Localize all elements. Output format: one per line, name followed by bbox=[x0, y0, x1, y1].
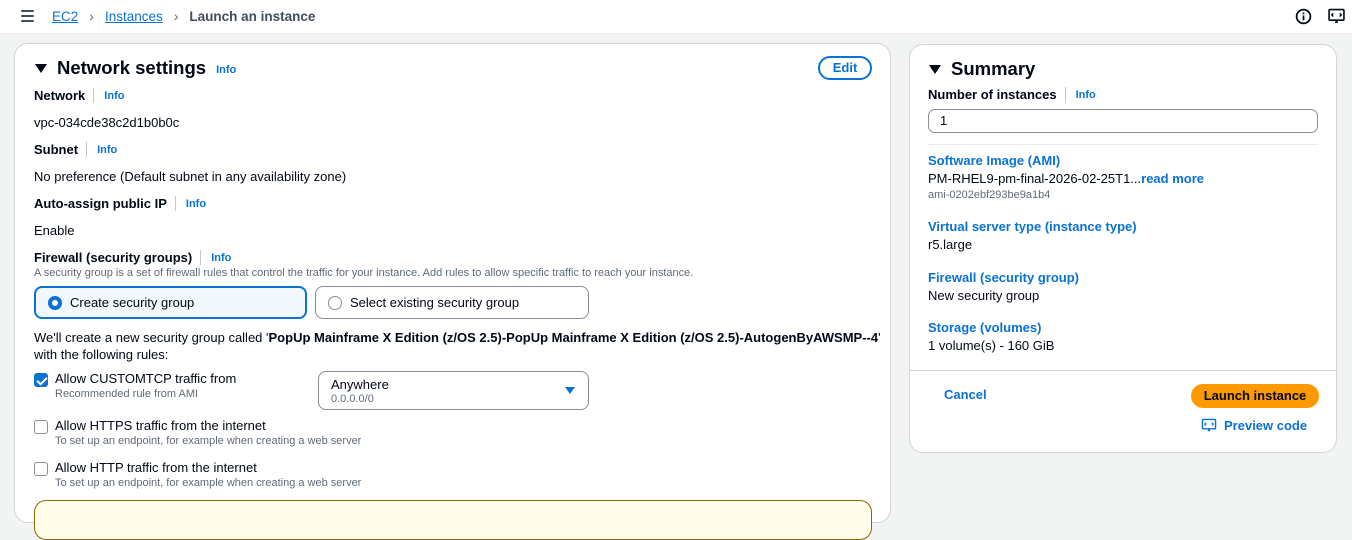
allow-customtcp-desc: Recommended rule from AMI bbox=[55, 388, 199, 400]
security-group-name: PopUp Mainframe X Edition (z/OS 2.5)-Pop… bbox=[268, 330, 879, 345]
software-image-value: PM-RHEL9-pm-final-2026-02-25T1...read mo… bbox=[928, 171, 1204, 186]
radio-selected-icon bbox=[48, 295, 62, 310]
preview-code-label: Preview code bbox=[1224, 418, 1308, 433]
caret-down-icon bbox=[35, 63, 47, 73]
edit-button[interactable]: Edit bbox=[818, 56, 872, 80]
allow-http-desc: To set up an endpoint, for example when … bbox=[55, 477, 362, 489]
storage-link[interactable]: Storage (volumes) bbox=[928, 320, 1041, 335]
caret-down-icon bbox=[565, 387, 575, 394]
instance-type-link[interactable]: Virtual server type (instance type) bbox=[928, 219, 1137, 234]
warning-alert bbox=[34, 500, 872, 540]
footer-divider bbox=[910, 370, 1336, 371]
preview-code-button[interactable]: Preview code bbox=[1201, 418, 1307, 433]
allow-http-label: Allow HTTP traffic from the internet bbox=[55, 460, 257, 475]
divider bbox=[928, 144, 1318, 145]
num-instances-input[interactable]: 1 bbox=[928, 109, 1318, 133]
source-select-value: Anywhere bbox=[331, 377, 389, 392]
storage-value: 1 volume(s) - 160 GiB bbox=[928, 338, 1055, 353]
create-security-group-option[interactable]: Create security group bbox=[34, 286, 307, 319]
network-label-row: Network Info bbox=[34, 88, 124, 103]
subnet-info-link[interactable]: Info bbox=[97, 144, 117, 156]
launch-instance-button[interactable]: Launch instance bbox=[1191, 384, 1319, 408]
caret-down-icon bbox=[929, 64, 941, 74]
network-info-link[interactable]: Info bbox=[104, 90, 124, 102]
read-more-link[interactable]: read more bbox=[1141, 171, 1204, 186]
firewall-label: Firewall (security groups) bbox=[34, 250, 193, 265]
instance-type-value: r5.large bbox=[928, 237, 973, 252]
network-settings-title: Network settings bbox=[57, 57, 207, 78]
software-image-link[interactable]: Software Image (AMI) bbox=[928, 153, 1060, 168]
num-instances-label: Number of instances bbox=[928, 87, 1057, 102]
security-group-notice-line2: with the following rules: bbox=[34, 347, 169, 362]
summary-panel: Summary Number of instances Info 1 Softw… bbox=[909, 44, 1337, 453]
preview-code-icon bbox=[1201, 418, 1217, 432]
info-link[interactable]: Info bbox=[216, 64, 236, 76]
source-select[interactable]: Anywhere 0.0.0.0/0 bbox=[318, 371, 589, 410]
breadcrumb-current: Launch an instance bbox=[189, 8, 316, 24]
public-ip-value: Enable bbox=[34, 223, 75, 238]
allow-customtcp-label: Allow CUSTOMTCP traffic from bbox=[55, 371, 237, 386]
allow-https-label: Allow HTTPS traffic from the internet bbox=[55, 418, 266, 433]
subnet-label: Subnet bbox=[34, 142, 79, 157]
top-navigation-bar: EC2 › Instances › Launch an instance bbox=[0, 0, 1352, 34]
ami-id: ami-0202ebf293be9a1b4 bbox=[928, 189, 1051, 201]
num-instances-info-link[interactable]: Info bbox=[1076, 89, 1096, 101]
create-security-group-label: Create security group bbox=[70, 295, 195, 310]
select-existing-security-group-label: Select existing security group bbox=[350, 295, 520, 310]
network-settings-panel: Network settings Info Edit Network Info … bbox=[14, 43, 891, 540]
summary-header[interactable]: Summary bbox=[929, 58, 1035, 80]
network-value: vpc-034cde38c2d1b0b0c bbox=[34, 115, 180, 130]
public-ip-label-row: Auto-assign public IP Info bbox=[34, 196, 206, 211]
chevron-right-icon: › bbox=[89, 8, 94, 24]
subnet-value: No preference (Default subnet in any ava… bbox=[34, 169, 347, 184]
security-group-notice-suffix: ' bbox=[878, 330, 881, 345]
chevron-right-icon: › bbox=[173, 8, 179, 24]
firewall-label-row: Firewall (security groups) Info bbox=[34, 250, 231, 265]
num-instances-label-row: Number of instances Info bbox=[928, 87, 1096, 102]
public-ip-info-link[interactable]: Info bbox=[186, 198, 206, 210]
preview-code-icon[interactable] bbox=[1328, 8, 1345, 25]
firewall-description: A security group is a set of firewall ru… bbox=[34, 267, 694, 279]
source-select-cidr: 0.0.0.0/0 bbox=[331, 393, 374, 405]
network-label: Network bbox=[34, 88, 86, 103]
network-settings-header[interactable]: Network settings Info bbox=[35, 57, 236, 79]
allow-https-checkbox[interactable] bbox=[34, 420, 48, 434]
firewall-info-link[interactable]: Info bbox=[211, 252, 231, 264]
subnet-label-row: Subnet Info bbox=[34, 142, 117, 157]
allow-http-checkbox[interactable] bbox=[34, 462, 48, 476]
security-group-notice-prefix: We'll create a new security group called… bbox=[34, 330, 269, 345]
allow-https-desc: To set up an endpoint, for example when … bbox=[55, 435, 362, 447]
radio-unselected-icon bbox=[328, 295, 342, 310]
firewall-link[interactable]: Firewall (security group) bbox=[928, 270, 1079, 285]
software-image-name: PM-RHEL9-pm-final-2026-02-25T1... bbox=[928, 171, 1142, 186]
breadcrumb: EC2 › Instances › Launch an instance bbox=[52, 8, 315, 24]
info-circle-icon[interactable] bbox=[1295, 8, 1312, 25]
breadcrumb-ec2-link[interactable]: EC2 bbox=[52, 9, 78, 24]
security-group-notice: We'll create a new security group called… bbox=[34, 330, 881, 345]
allow-customtcp-checkbox[interactable] bbox=[34, 373, 48, 387]
firewall-value: New security group bbox=[928, 288, 1040, 303]
public-ip-label: Auto-assign public IP bbox=[34, 196, 167, 211]
summary-title: Summary bbox=[951, 58, 1036, 79]
menu-icon[interactable] bbox=[21, 10, 36, 23]
cancel-button[interactable]: Cancel bbox=[944, 387, 987, 402]
breadcrumb-instances-link[interactable]: Instances bbox=[105, 9, 163, 24]
select-existing-security-group-option[interactable]: Select existing security group bbox=[315, 286, 589, 319]
